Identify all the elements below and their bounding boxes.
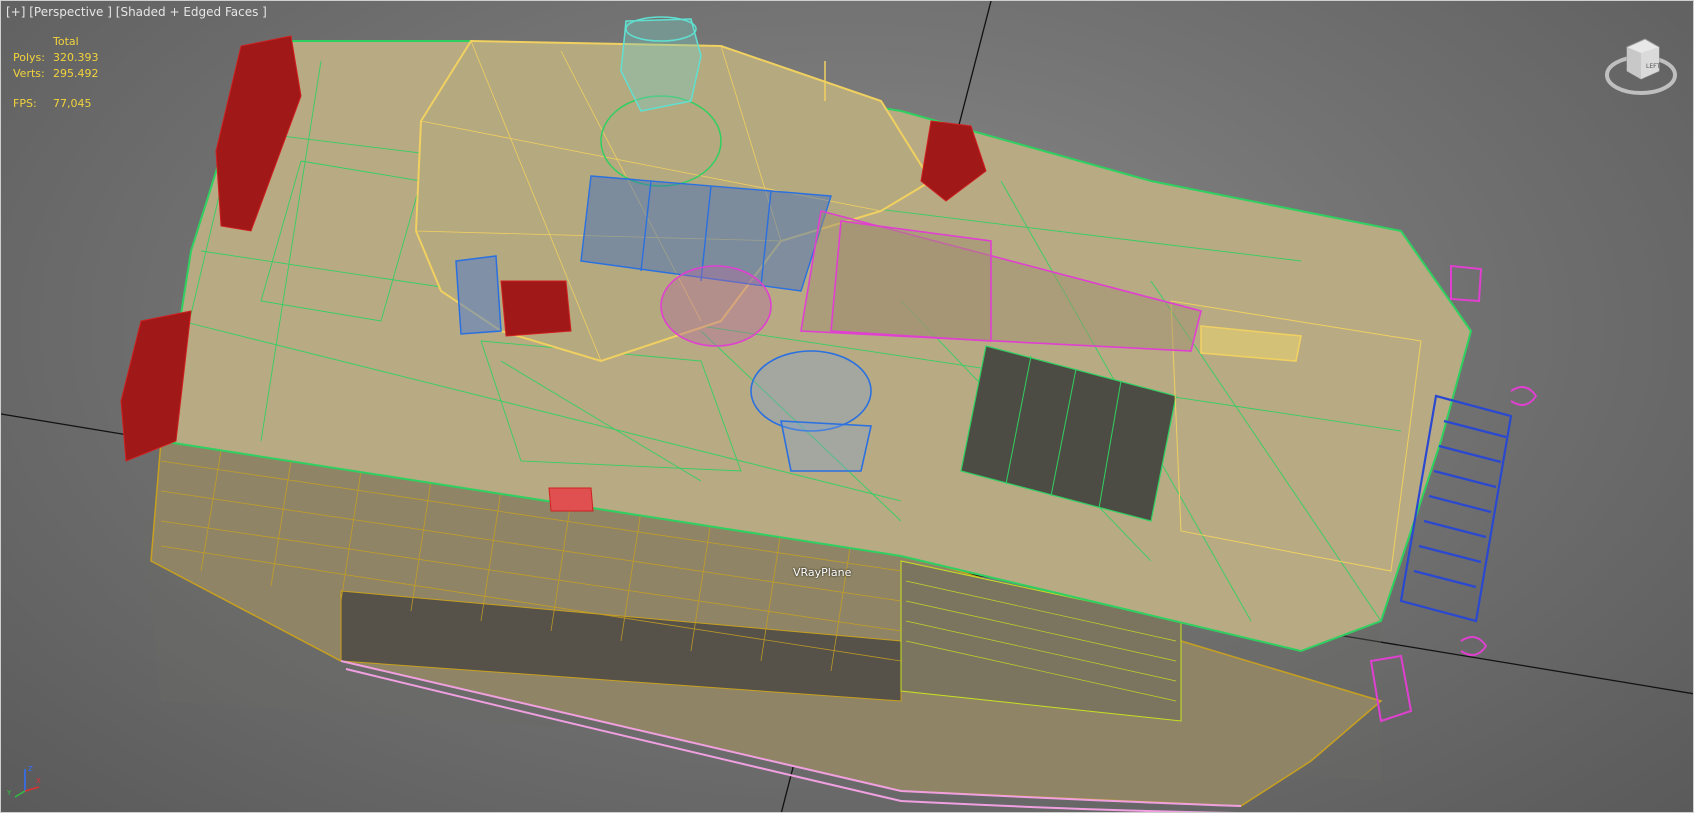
stats-fps-label: FPS: (13, 97, 37, 110)
stats-polys-label: Polys: (13, 51, 45, 64)
perspective-viewport[interactable]: [+] [Perspective ] [Shaded + Edged Faces… (0, 0, 1694, 813)
viewport-statistics: Total Polys: 320.393 Verts: 295.492 FPS:… (13, 34, 99, 112)
viewport-point-of-view[interactable]: [Perspective ] (29, 5, 112, 19)
periscope-cluster[interactable] (455, 255, 502, 335)
axis-x-label: X (36, 777, 41, 785)
stats-polys-row: Polys: 320.393 (13, 50, 99, 66)
stats-fps-row: FPS: 77,045 (13, 96, 99, 112)
viewport-menu-plus[interactable]: [+] (6, 5, 25, 19)
scene-canvas[interactable] (1, 1, 1694, 813)
stats-verts-label: Verts: (13, 67, 45, 80)
axis-y-label: Y (6, 789, 12, 797)
stats-verts-row: Verts: 295.492 (13, 66, 99, 82)
viewport-label: [+] [Perspective ] [Shaded + Edged Faces… (6, 5, 267, 19)
axis-tripod-icon: Z X Y (6, 765, 41, 798)
vray-plane-label[interactable]: VRayPlane (793, 566, 851, 579)
axis-z-label: Z (28, 765, 33, 773)
viewport-shading-mode[interactable]: [Shaded + Edged Faces ] (116, 5, 267, 19)
stats-header: Total (53, 35, 79, 48)
stats-verts-value: 295.492 (53, 67, 99, 80)
viewcube-face-label: LEFT (1646, 63, 1660, 70)
stats-polys-value: 320.393 (53, 51, 99, 64)
stats-fps-value: 77,045 (53, 97, 92, 110)
viewcube-icon[interactable]: LEFT (1601, 31, 1681, 101)
